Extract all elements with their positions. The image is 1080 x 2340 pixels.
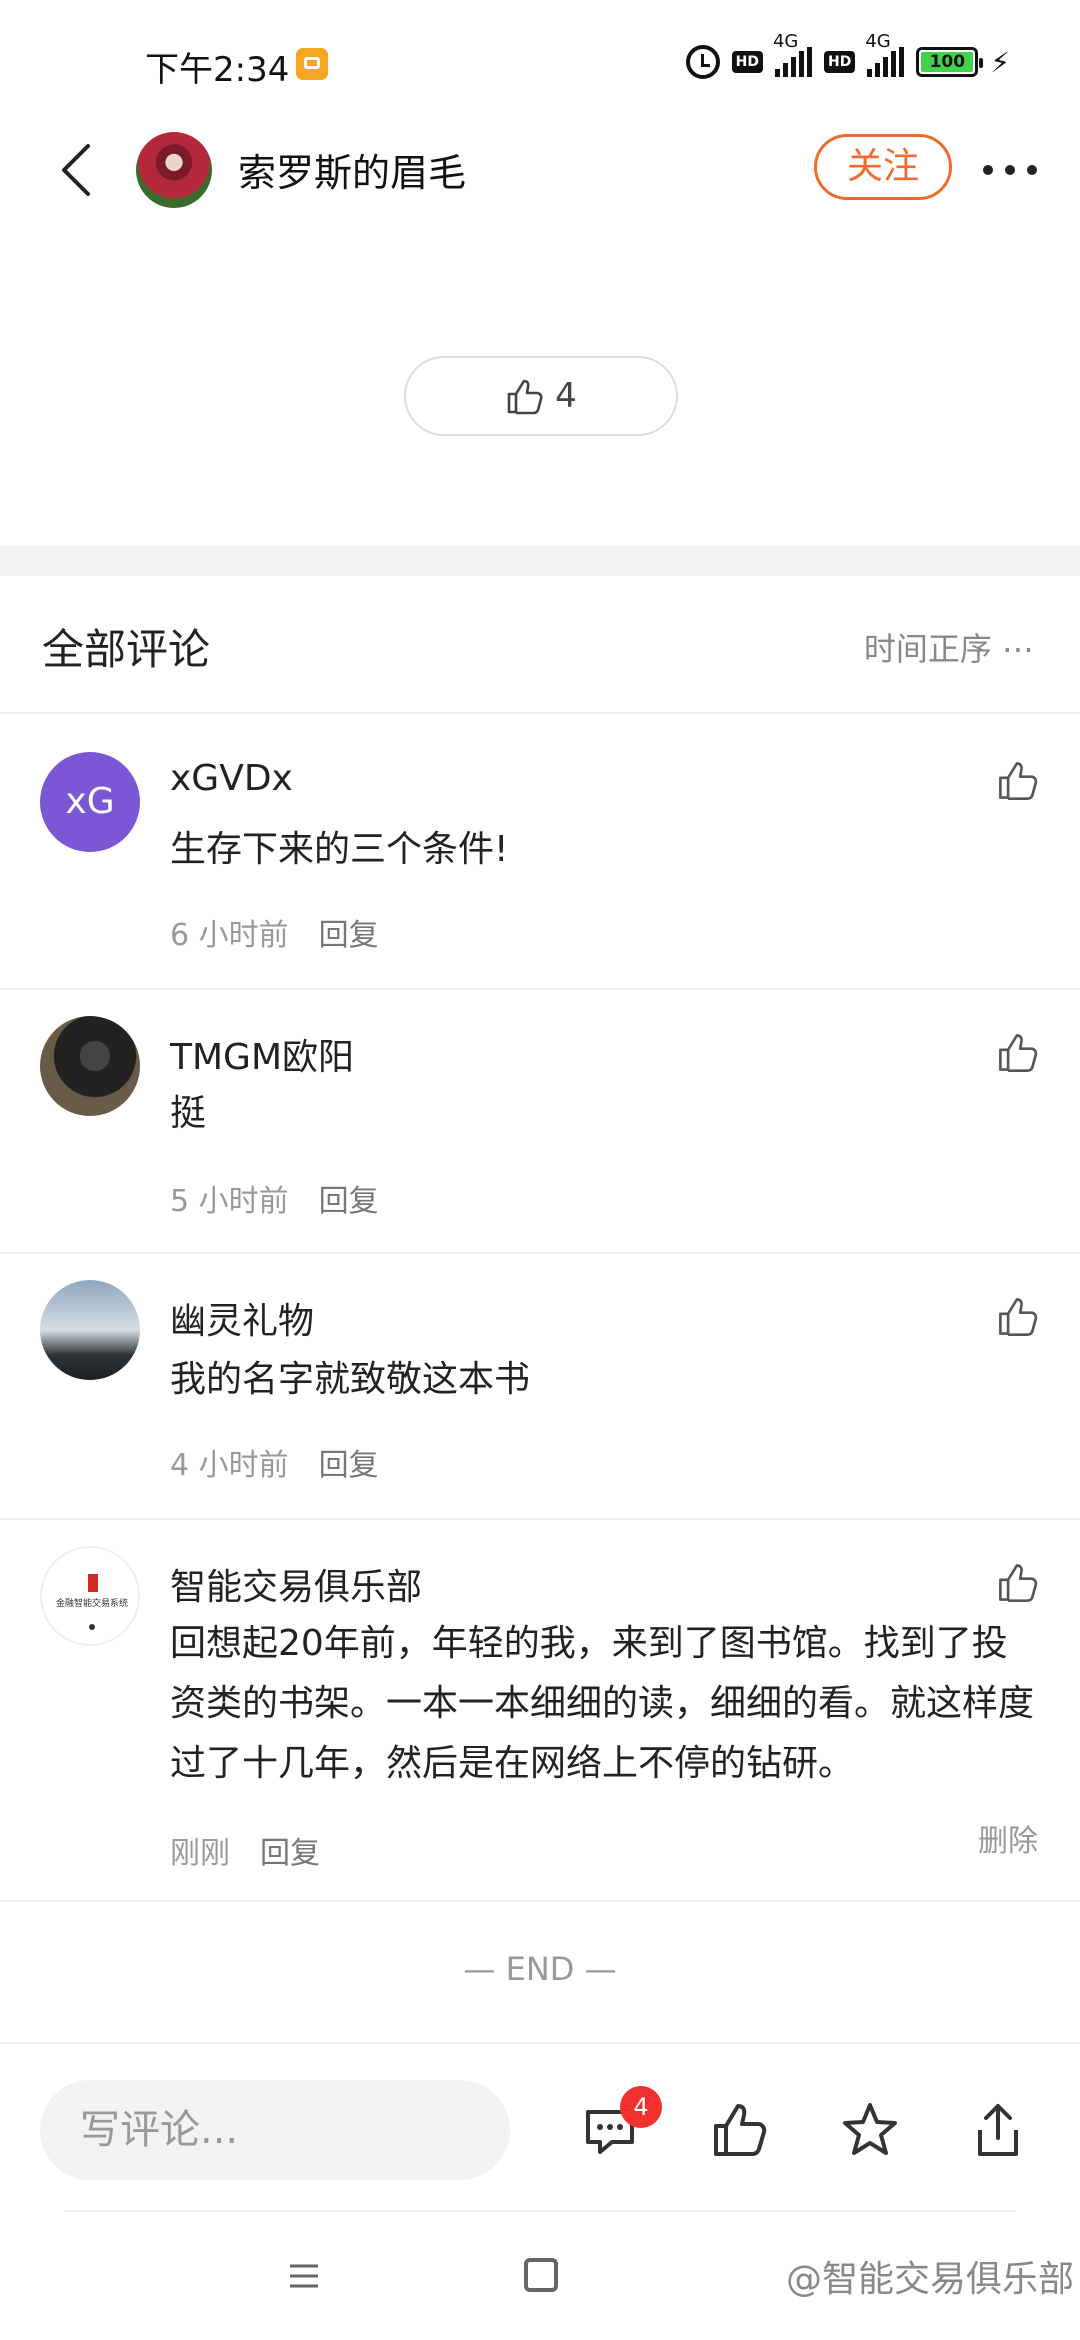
status-bar: 下午2:34 HD 4G HD 4G 100 ⚡	[0, 0, 1080, 120]
menu-icon[interactable]	[288, 2260, 320, 2292]
message-notification-icon	[296, 48, 328, 80]
signal-icon: 4G	[773, 31, 812, 77]
reply-button[interactable]: 回复	[319, 1448, 379, 1483]
commenter-avatar[interactable]	[40, 1280, 140, 1380]
logo-dot	[89, 1624, 95, 1630]
signal-icon: 4G	[865, 31, 905, 77]
battery-icon: 100	[916, 47, 984, 77]
comments-title: 全部评论	[42, 625, 211, 674]
avatar-logo-text: 金融智能交易系统	[55, 1599, 128, 1609]
thumbs-up-icon	[507, 379, 543, 415]
commenter-name[interactable]: TMGM欧阳	[170, 1028, 354, 1080]
comment-meta: 6 小时前 回复	[170, 910, 409, 954]
comment-time: 刚刚	[170, 1836, 230, 1871]
commenter-name[interactable]: 智能交易俱乐部	[170, 1558, 422, 1610]
more-options-icon[interactable]	[980, 150, 1040, 190]
bottom-action-bar: 写评论... 4	[0, 2042, 1080, 2212]
thumbs-up-icon[interactable]	[996, 758, 1040, 802]
delete-button[interactable]: 删除	[978, 1816, 1038, 1860]
status-time: 下午2:34	[145, 50, 290, 90]
reply-button[interactable]: 回复	[319, 1184, 379, 1219]
post-like-button[interactable]: 4	[404, 356, 678, 436]
status-icons: HD 4G HD 4G 100 ⚡	[685, 31, 1010, 82]
page: 下午2:34 HD 4G HD 4G 100 ⚡ 索罗斯的眉毛 关注 4 全部评…	[0, 0, 1080, 2340]
comment-time: 4 小时前	[170, 1448, 289, 1483]
commenter-avatar[interactable]	[40, 1016, 140, 1116]
comment-meta: 4 小时前 回复	[170, 1440, 409, 1484]
comment-time: 5 小时前	[170, 1184, 289, 1219]
end-marker: — END —	[463, 1950, 617, 1988]
comment-text: 回想起20年前，年轻的我，来到了图书馆。找到了投资类的书架。一本一本细细的读，细…	[170, 1623, 1035, 1784]
watermark: @智能交易俱乐部	[785, 2259, 1074, 2300]
comment-item: xG xGVDx 生存下来的三个条件! 6 小时前 回复	[0, 714, 1080, 990]
network-type-label: 4G	[865, 31, 891, 52]
comment-item: TMGM欧阳 挺 5 小时前 回复	[0, 990, 1080, 1254]
comment-item: 金融智能交易系统 智能交易俱乐部 回想起20年前，年轻的我，来到了图书馆。找到了…	[0, 1520, 1080, 1902]
follow-button[interactable]: 关注	[814, 134, 952, 200]
logo-mark	[88, 1574, 98, 1592]
share-icon[interactable]	[968, 2100, 1028, 2160]
home-button[interactable]	[524, 2258, 558, 2292]
thumbs-up-icon[interactable]	[996, 1294, 1040, 1338]
comment-meta: 5 小时前 回复	[170, 1176, 409, 1220]
post-like-count: 4	[555, 376, 577, 416]
comment-meta: 刚刚 回复	[170, 1828, 350, 1872]
comments-header: 全部评论 时间正序 ⋯	[0, 576, 1080, 714]
comment-time: 6 小时前	[170, 918, 289, 953]
author-name[interactable]: 索罗斯的眉毛	[238, 142, 466, 197]
sort-order-button[interactable]: 时间正序 ⋯	[864, 624, 1034, 670]
comment-item: 幽灵礼物 我的名字就致敬这本书 4 小时前 回复	[0, 1254, 1080, 1520]
comment-count-badge: 4	[620, 2086, 662, 2128]
alarm-icon	[685, 45, 720, 79]
commenter-avatar[interactable]: 金融智能交易系统	[40, 1546, 140, 1646]
bottom-divider	[64, 2210, 1016, 2212]
reply-button[interactable]: 回复	[319, 918, 379, 953]
comment-input[interactable]: 写评论...	[40, 2080, 510, 2180]
author-avatar[interactable]	[136, 132, 212, 208]
thumbs-up-icon[interactable]	[996, 1030, 1040, 1074]
comment-text: 生存下来的三个条件!	[170, 829, 509, 870]
header: 索罗斯的眉毛 关注	[0, 120, 1080, 220]
thumbs-up-icon[interactable]	[996, 1560, 1040, 1604]
hd-icon: HD	[823, 51, 856, 73]
star-icon[interactable]	[840, 2100, 900, 2160]
charging-icon: ⚡	[990, 45, 1010, 79]
battery-level: 100	[921, 52, 974, 72]
hd-icon: HD	[731, 51, 763, 73]
thumbs-up-icon[interactable]	[710, 2100, 770, 2160]
network-type-label: 4G	[772, 31, 799, 52]
section-divider	[0, 546, 1080, 576]
commenter-avatar[interactable]: xG	[40, 752, 140, 852]
comment-text: 我的名字就致敬这本书	[170, 1359, 531, 1400]
back-arrow-icon[interactable]	[52, 140, 112, 200]
reply-button[interactable]: 回复	[260, 1836, 320, 1871]
commenter-name[interactable]: 幽灵礼物	[170, 1292, 314, 1344]
comment-text: 挺	[170, 1093, 207, 1134]
commenter-name[interactable]: xGVDx	[170, 758, 293, 799]
